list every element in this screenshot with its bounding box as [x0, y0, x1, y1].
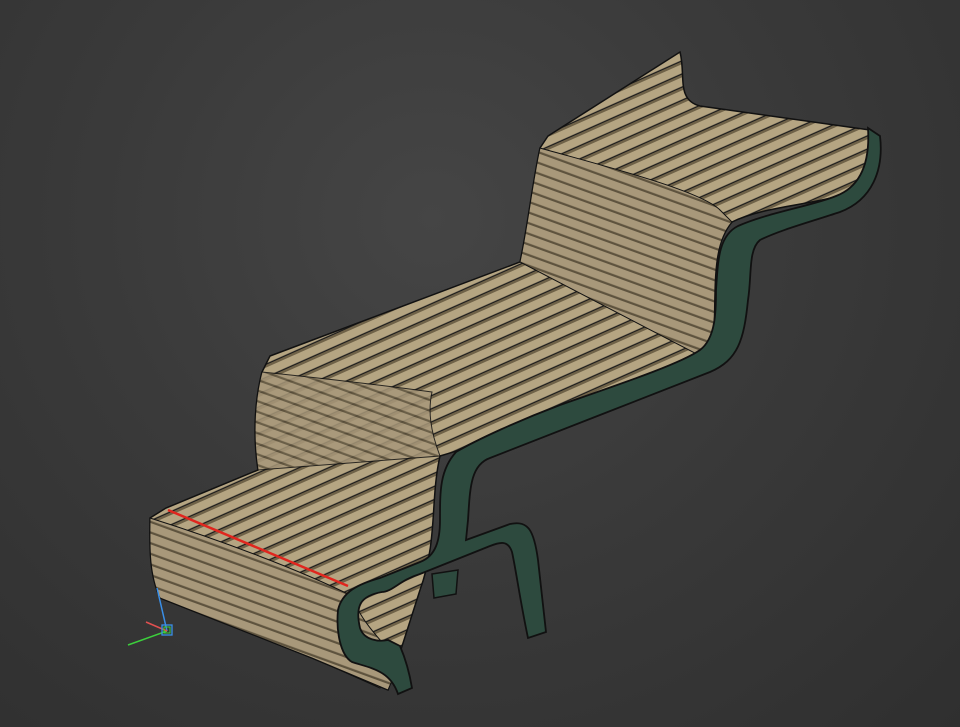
frame-rear-leg: [431, 569, 459, 599]
3d-viewport[interactable]: [0, 0, 960, 727]
y-axis: [127, 630, 168, 646]
model-scene[interactable]: [0, 0, 960, 727]
